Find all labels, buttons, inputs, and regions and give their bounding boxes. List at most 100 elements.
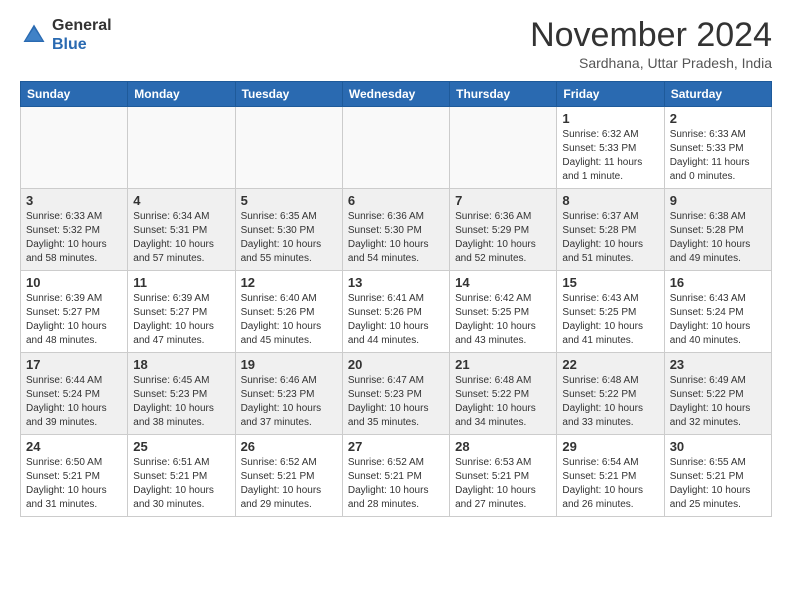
- day-info: Sunrise: 6:44 AM Sunset: 5:24 PM Dayligh…: [26, 374, 122, 430]
- day-info: Sunrise: 6:49 AM Sunset: 5:22 PM Dayligh…: [670, 374, 766, 430]
- calendar-cell: 21 Sunrise: 6:48 AM Sunset: 5:22 PM Dayli…: [450, 353, 557, 435]
- day-info: Sunrise: 6:45 AM Sunset: 5:23 PM Dayligh…: [133, 374, 229, 430]
- calendar-cell: [128, 107, 235, 189]
- page: General Blue November 2024 Sardhana, Utt…: [0, 0, 792, 537]
- weekday-header: Monday: [128, 82, 235, 107]
- day-info: Sunrise: 6:48 AM Sunset: 5:22 PM Dayligh…: [562, 374, 658, 430]
- calendar-cell: 8 Sunrise: 6:37 AM Sunset: 5:28 PM Daylig…: [557, 189, 664, 271]
- day-info: Sunrise: 6:52 AM Sunset: 5:21 PM Dayligh…: [241, 456, 337, 512]
- day-number: 14: [455, 275, 551, 290]
- day-number: 23: [670, 357, 766, 372]
- calendar-cell: 12 Sunrise: 6:40 AM Sunset: 5:26 PM Dayli…: [235, 271, 342, 353]
- day-number: 17: [26, 357, 122, 372]
- day-number: 20: [348, 357, 444, 372]
- weekday-header: Saturday: [664, 82, 771, 107]
- day-number: 16: [670, 275, 766, 290]
- day-number: 2: [670, 111, 766, 126]
- title-block: November 2024 Sardhana, Uttar Pradesh, I…: [530, 16, 772, 71]
- calendar-cell: 23 Sunrise: 6:49 AM Sunset: 5:22 PM Dayli…: [664, 353, 771, 435]
- calendar-cell: 7 Sunrise: 6:36 AM Sunset: 5:29 PM Daylig…: [450, 189, 557, 271]
- day-info: Sunrise: 6:40 AM Sunset: 5:26 PM Dayligh…: [241, 292, 337, 348]
- calendar-cell: 24 Sunrise: 6:50 AM Sunset: 5:21 PM Dayli…: [21, 435, 128, 517]
- calendar-cell: 22 Sunrise: 6:48 AM Sunset: 5:22 PM Dayli…: [557, 353, 664, 435]
- logo-line2: Blue: [52, 35, 112, 54]
- day-number: 9: [670, 193, 766, 208]
- calendar-cell: 20 Sunrise: 6:47 AM Sunset: 5:23 PM Dayli…: [342, 353, 449, 435]
- day-number: 11: [133, 275, 229, 290]
- calendar-cell: 1Sunrise: 6:32 AM Sunset: 5:33 PM Daylig…: [557, 107, 664, 189]
- day-info: Sunrise: 6:32 AM Sunset: 5:33 PM Dayligh…: [562, 128, 658, 184]
- day-info: Sunrise: 6:37 AM Sunset: 5:28 PM Dayligh…: [562, 210, 658, 266]
- day-info: Sunrise: 6:39 AM Sunset: 5:27 PM Dayligh…: [133, 292, 229, 348]
- calendar-cell: [450, 107, 557, 189]
- weekday-header: Friday: [557, 82, 664, 107]
- calendar-cell: 4Sunrise: 6:34 AM Sunset: 5:31 PM Daylig…: [128, 189, 235, 271]
- day-number: 8: [562, 193, 658, 208]
- day-info: Sunrise: 6:52 AM Sunset: 5:21 PM Dayligh…: [348, 456, 444, 512]
- calendar-cell: 19Sunrise: 6:46 AM Sunset: 5:23 PM Dayli…: [235, 353, 342, 435]
- weekday-header: Thursday: [450, 82, 557, 107]
- day-number: 12: [241, 275, 337, 290]
- day-number: 3: [26, 193, 122, 208]
- calendar-week-row: 1Sunrise: 6:32 AM Sunset: 5:33 PM Daylig…: [21, 107, 772, 189]
- day-number: 13: [348, 275, 444, 290]
- calendar-cell: 6 Sunrise: 6:36 AM Sunset: 5:30 PM Daylig…: [342, 189, 449, 271]
- location-subtitle: Sardhana, Uttar Pradesh, India: [530, 55, 772, 71]
- calendar-cell: 9 Sunrise: 6:38 AM Sunset: 5:28 PM Daylig…: [664, 189, 771, 271]
- day-number: 10: [26, 275, 122, 290]
- day-number: 27: [348, 439, 444, 454]
- calendar-cell: [342, 107, 449, 189]
- calendar-cell: 17 Sunrise: 6:44 AM Sunset: 5:24 PM Dayli…: [21, 353, 128, 435]
- day-number: 4: [133, 193, 229, 208]
- logo-text: General Blue: [52, 16, 112, 54]
- day-info: Sunrise: 6:43 AM Sunset: 5:25 PM Dayligh…: [562, 292, 658, 348]
- calendar-cell: 14 Sunrise: 6:42 AM Sunset: 5:25 PM Dayli…: [450, 271, 557, 353]
- day-number: 28: [455, 439, 551, 454]
- day-number: 7: [455, 193, 551, 208]
- calendar-cell: 11 Sunrise: 6:39 AM Sunset: 5:27 PM Dayli…: [128, 271, 235, 353]
- day-number: 5: [241, 193, 337, 208]
- day-info: Sunrise: 6:33 AM Sunset: 5:33 PM Dayligh…: [670, 128, 766, 184]
- day-number: 25: [133, 439, 229, 454]
- calendar-cell: 15 Sunrise: 6:43 AM Sunset: 5:25 PM Dayli…: [557, 271, 664, 353]
- day-number: 29: [562, 439, 658, 454]
- calendar-week-row: 24 Sunrise: 6:50 AM Sunset: 5:21 PM Dayli…: [21, 435, 772, 517]
- calendar-cell: 13Sunrise: 6:41 AM Sunset: 5:26 PM Dayli…: [342, 271, 449, 353]
- day-info: Sunrise: 6:39 AM Sunset: 5:27 PM Dayligh…: [26, 292, 122, 348]
- day-info: Sunrise: 6:38 AM Sunset: 5:28 PM Dayligh…: [670, 210, 766, 266]
- header: General Blue November 2024 Sardhana, Utt…: [20, 16, 772, 71]
- day-info: Sunrise: 6:36 AM Sunset: 5:29 PM Dayligh…: [455, 210, 551, 266]
- day-info: Sunrise: 6:50 AM Sunset: 5:21 PM Dayligh…: [26, 456, 122, 512]
- calendar-cell: 5 Sunrise: 6:35 AM Sunset: 5:30 PM Daylig…: [235, 189, 342, 271]
- calendar-week-row: 3 Sunrise: 6:33 AM Sunset: 5:32 PM Daylig…: [21, 189, 772, 271]
- day-number: 15: [562, 275, 658, 290]
- day-number: 24: [26, 439, 122, 454]
- day-number: 26: [241, 439, 337, 454]
- day-number: 21: [455, 357, 551, 372]
- day-info: Sunrise: 6:36 AM Sunset: 5:30 PM Dayligh…: [348, 210, 444, 266]
- calendar-cell: 25Sunrise: 6:51 AM Sunset: 5:21 PM Dayli…: [128, 435, 235, 517]
- calendar-cell: [21, 107, 128, 189]
- calendar-cell: 30Sunrise: 6:55 AM Sunset: 5:21 PM Dayli…: [664, 435, 771, 517]
- day-number: 18: [133, 357, 229, 372]
- weekday-header: Tuesday: [235, 82, 342, 107]
- calendar-cell: 16Sunrise: 6:43 AM Sunset: 5:24 PM Dayli…: [664, 271, 771, 353]
- day-info: Sunrise: 6:33 AM Sunset: 5:32 PM Dayligh…: [26, 210, 122, 266]
- weekday-header: Sunday: [21, 82, 128, 107]
- calendar-cell: 27 Sunrise: 6:52 AM Sunset: 5:21 PM Dayli…: [342, 435, 449, 517]
- day-info: Sunrise: 6:47 AM Sunset: 5:23 PM Dayligh…: [348, 374, 444, 430]
- weekday-header: Wednesday: [342, 82, 449, 107]
- calendar-cell: 28 Sunrise: 6:53 AM Sunset: 5:21 PM Dayli…: [450, 435, 557, 517]
- calendar-table: SundayMondayTuesdayWednesdayThursdayFrid…: [20, 81, 772, 517]
- day-info: Sunrise: 6:42 AM Sunset: 5:25 PM Dayligh…: [455, 292, 551, 348]
- day-number: 22: [562, 357, 658, 372]
- day-info: Sunrise: 6:48 AM Sunset: 5:22 PM Dayligh…: [455, 374, 551, 430]
- day-info: Sunrise: 6:54 AM Sunset: 5:21 PM Dayligh…: [562, 456, 658, 512]
- logo: General Blue: [20, 16, 112, 54]
- day-info: Sunrise: 6:53 AM Sunset: 5:21 PM Dayligh…: [455, 456, 551, 512]
- calendar-cell: 3 Sunrise: 6:33 AM Sunset: 5:32 PM Daylig…: [21, 189, 128, 271]
- calendar-cell: 29 Sunrise: 6:54 AM Sunset: 5:21 PM Dayli…: [557, 435, 664, 517]
- day-info: Sunrise: 6:35 AM Sunset: 5:30 PM Dayligh…: [241, 210, 337, 266]
- day-number: 30: [670, 439, 766, 454]
- day-number: 6: [348, 193, 444, 208]
